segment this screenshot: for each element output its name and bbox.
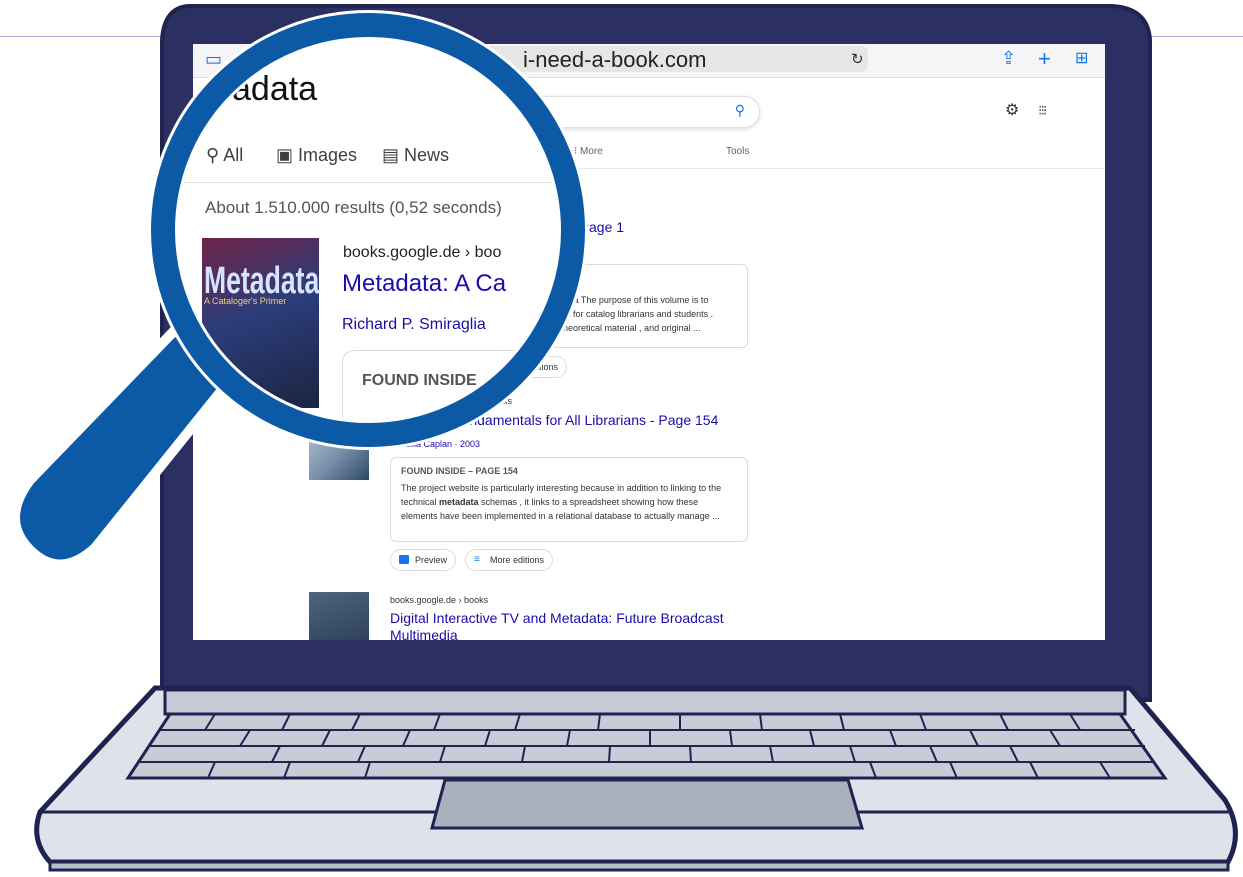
magnifier-handle — [10, 323, 237, 570]
magnified-result-title[interactable]: Metadata: A Ca — [342, 270, 506, 298]
magnified-tab-images[interactable]: ▣ Images — [276, 145, 357, 166]
magnified-author[interactable]: Richard P. Smiraglia — [342, 316, 486, 334]
results-count: About 1.510.000 results (0,52 seconds) — [205, 198, 502, 217]
cover-subtitle: A Cataloger's Primer — [204, 296, 287, 306]
magnified-tab-news[interactable]: ▤ News — [382, 145, 449, 166]
magnifier-svg — [10, 38, 560, 570]
magnified-found-inside: FOUND INSIDE — [362, 372, 477, 389]
magnified-source: books.google.de › boo — [343, 244, 502, 261]
magnified-tab-all[interactable]: ⚲ All — [206, 145, 243, 166]
